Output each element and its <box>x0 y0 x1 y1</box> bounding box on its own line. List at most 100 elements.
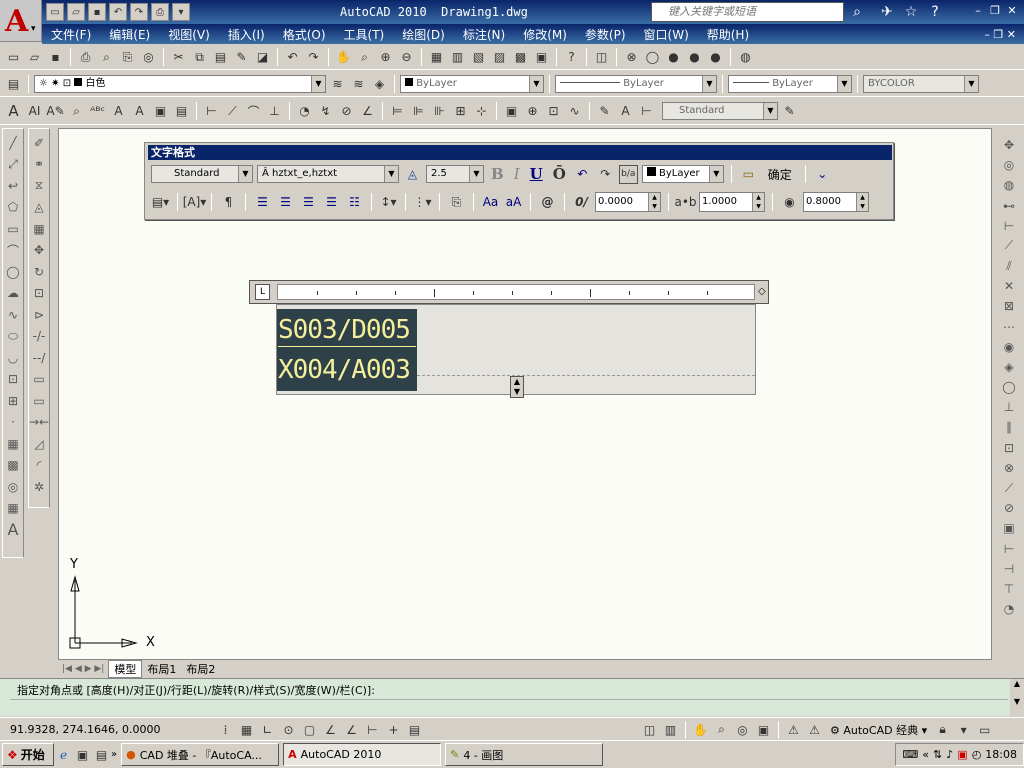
menu-view[interactable]: 视图(V) <box>159 26 219 43</box>
underline-button[interactable]: U <box>527 165 546 183</box>
oblique-angle-input[interactable]: 0.0000 ▲ ▼ <box>595 192 661 212</box>
open-file-icon[interactable]: ▱ <box>25 48 44 67</box>
italic-button[interactable]: I <box>511 165 523 183</box>
pan-icon[interactable]: ✋ <box>334 48 353 67</box>
rectangle-icon[interactable]: ▭ <box>4 219 22 239</box>
snap-perpendicular-icon[interactable]: ⊥ <box>999 398 1019 416</box>
snap-extension-icon[interactable]: ⋯ <box>999 318 1019 336</box>
design-center-icon[interactable]: ▥ <box>448 48 467 67</box>
numbering-icon[interactable]: ⋮▾ <box>413 193 432 212</box>
star-icon[interactable]: ☆ <box>902 3 920 21</box>
tab-stop-icon[interactable]: L <box>255 284 270 300</box>
center-mark-icon[interactable]: ⊕ <box>523 102 542 121</box>
hatch-icon[interactable]: ▦ <box>4 434 22 454</box>
menu-parametric[interactable]: 参数(P) <box>576 26 635 43</box>
sphere-icon[interactable]: ◯ <box>643 48 662 67</box>
constrained-orbit-icon[interactable]: ◎ <box>999 156 1019 174</box>
zoom-status-icon[interactable]: ⌕ <box>712 720 731 739</box>
columns-icon[interactable]: ▤▾ <box>151 193 170 212</box>
start-button[interactable]: ❖ 开始 <box>2 743 54 766</box>
menu-insert[interactable]: 插入(I) <box>219 26 274 43</box>
menu-file[interactable]: 文件(F) <box>42 26 100 43</box>
menu-dimension[interactable]: 标注(N) <box>454 26 514 43</box>
snap-intersection-icon[interactable]: ✕ <box>999 277 1019 295</box>
region-icon[interactable]: ◎ <box>4 477 22 497</box>
snap-tangent-icon[interactable]: ◯ <box>999 378 1019 396</box>
line-spacing-icon[interactable]: ↕▾ <box>379 193 398 212</box>
revision-cloud-icon[interactable]: ☁ <box>4 284 22 304</box>
ortho-icon[interactable]: ∟ <box>258 720 277 739</box>
calculator-icon[interactable]: ▣ <box>532 48 551 67</box>
binoculars-icon[interactable]: ⌕ <box>848 3 866 21</box>
qp-icon[interactable]: ▤ <box>405 720 424 739</box>
insert-block-icon[interactable]: ⊡ <box>4 370 22 390</box>
explode-icon[interactable]: ✲ <box>30 477 48 497</box>
save-file-icon[interactable]: ▪ <box>46 48 65 67</box>
model-space-icon[interactable]: ◫ <box>640 720 659 739</box>
align-left-icon[interactable]: ☰ <box>253 193 272 212</box>
dimension-ordinate-icon[interactable]: ⊤ <box>999 580 1019 598</box>
steering-wheel-icon[interactable]: ◎ <box>733 720 752 739</box>
mirror-icon[interactable]: ⧖ <box>30 176 48 196</box>
tab-layout2[interactable]: 布局2 <box>181 661 220 677</box>
distribute-icon[interactable]: ☷ <box>345 193 364 212</box>
dim-break-icon[interactable]: ⊹ <box>472 102 491 121</box>
dim-style-manager-icon[interactable]: ✎ <box>780 102 799 121</box>
clock-icon[interactable]: ◴ <box>972 748 982 761</box>
properties-icon[interactable]: ▦ <box>427 48 446 67</box>
new-icon[interactable]: ▭ <box>46 3 64 21</box>
arc-icon[interactable]: ⌒ <box>4 241 22 261</box>
spinner-arrows-icon[interactable]: ▲ ▼ <box>752 193 764 211</box>
symbol-button[interactable]: @ <box>538 193 557 212</box>
ruler-width-handle-icon[interactable]: ◇ <box>758 286 766 297</box>
scale-icon[interactable]: ⊡ <box>30 284 48 304</box>
point-icon[interactable]: · <box>4 413 22 433</box>
scale-text-icon[interactable]: A <box>130 102 149 121</box>
command-line[interactable]: 指定对角点或 [高度(H)/对正(J)/行距(L)/旋转(R)/样式(S)/宽度… <box>0 678 1024 717</box>
minimize-icon[interactable]: – <box>970 4 986 18</box>
satellite-icon[interactable]: ✈ <box>878 3 896 21</box>
table-icon[interactable]: ▦ <box>4 499 22 519</box>
arc-length-icon[interactable]: ⌒ <box>244 102 263 121</box>
lineweight-toggle-icon[interactable]: + <box>384 720 403 739</box>
keyboard-icon[interactable]: ⌨ <box>902 748 918 761</box>
realistic-icon[interactable]: ● <box>685 48 704 67</box>
polygon-icon[interactable]: ⬠ <box>4 198 22 218</box>
linetype-combo[interactable]: ByLayer ▼ <box>555 74 717 93</box>
layout-icon[interactable]: ▥ <box>661 720 680 739</box>
save-icon[interactable]: ▪ <box>88 3 106 21</box>
chevron-down-icon[interactable]: ▾ <box>954 720 973 739</box>
fillet-icon[interactable]: ◜ <box>30 456 48 476</box>
ie-icon[interactable]: ℯ <box>54 745 73 764</box>
justify-text-icon[interactable]: ▣ <box>151 102 170 121</box>
menu-help[interactable]: 帮助(H) <box>698 26 758 43</box>
extend-icon[interactable]: --/ <box>30 348 48 368</box>
angular-dim-icon[interactable]: ∠ <box>358 102 377 121</box>
ruler-track[interactable] <box>277 284 755 300</box>
osnap-settings-icon[interactable]: ▣ <box>999 519 1019 537</box>
chamfer-icon[interactable]: ◿ <box>30 434 48 454</box>
task-paint[interactable]: ✎ 4 - 画图 <box>445 743 604 766</box>
mtext-editor[interactable]: S003/D005 X004/A003 ▲ ▼ <box>276 304 756 398</box>
close-icon[interactable]: ✕ <box>1004 4 1020 18</box>
dim-text-edit-icon[interactable]: A <box>616 102 635 121</box>
snap-apparent-icon[interactable]: ⊠ <box>999 297 1019 315</box>
sheet-set-icon[interactable]: ▨ <box>490 48 509 67</box>
annotation-visibility-icon[interactable]: ⚠ <box>805 720 824 739</box>
network-icon[interactable]: ⇅ <box>933 748 942 761</box>
visual-style-icon[interactable]: ⊗ <box>622 48 641 67</box>
overline-button[interactable]: Ō <box>550 165 569 183</box>
block-editor-icon[interactable]: ◪ <box>253 48 272 67</box>
snap-midpoint-icon[interactable]: ⫽ <box>999 257 1019 275</box>
align-right-icon[interactable]: ☰ <box>299 193 318 212</box>
help-toolbar-icon[interactable]: ? <box>562 48 581 67</box>
desktop-icon[interactable]: ▤ <box>92 745 111 764</box>
otrack-icon[interactable]: ∠ <box>321 720 340 739</box>
orbit-icon[interactable]: ✥ <box>999 136 1019 154</box>
text-line-1[interactable]: S003/D005 <box>278 315 411 345</box>
workspace-switch[interactable]: ⚙ AutoCAD 经典 ▾ <box>826 722 931 738</box>
quicklaunch-icon[interactable]: ▣ <box>73 745 92 764</box>
snap-mode-icon[interactable]: ⁞ <box>216 720 235 739</box>
lineweight-combo[interactable]: ByLayer ▼ <box>728 74 852 93</box>
open-icon[interactable]: ▱ <box>67 3 85 21</box>
